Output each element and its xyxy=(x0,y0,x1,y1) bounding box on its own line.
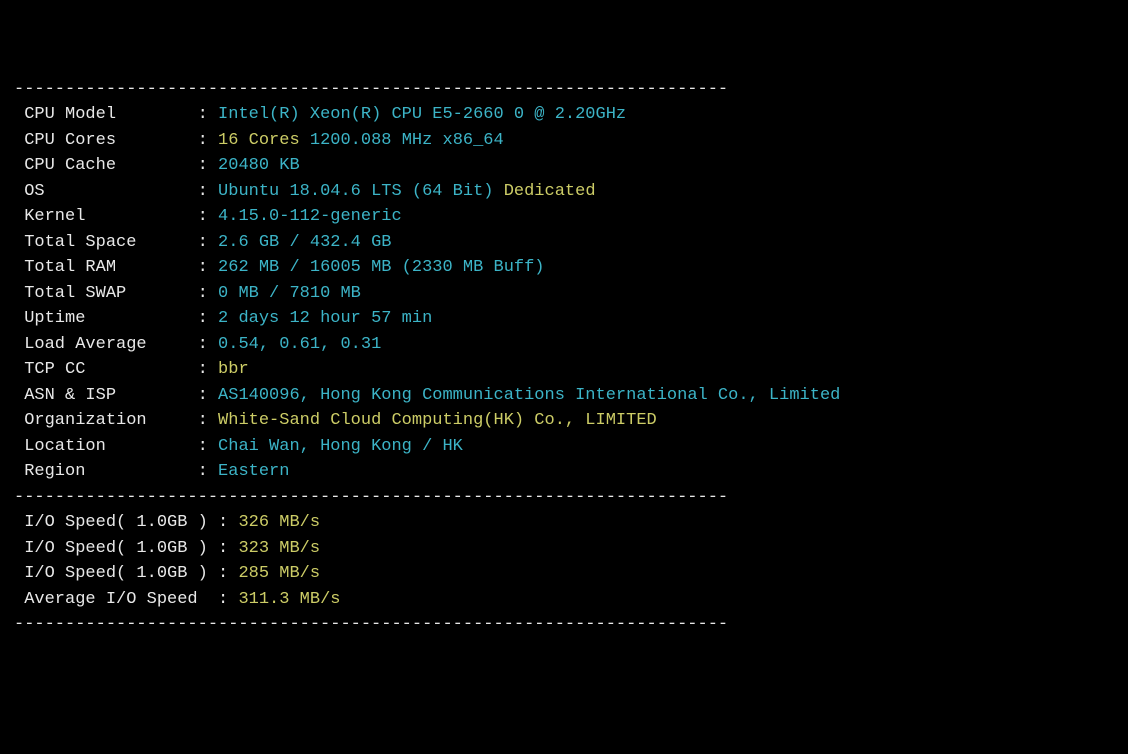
row-separator: : xyxy=(187,437,218,456)
info-row: CPU Cores : 16 Cores 1200.088 MHz x86_64 xyxy=(14,128,1114,154)
row-value: 1200.088 MHz x86_64 xyxy=(300,131,504,150)
row-label: Total RAM xyxy=(14,258,187,277)
row-separator: : xyxy=(187,284,218,303)
io-value: 323 MB/s xyxy=(238,539,320,558)
io-label: Average I/O Speed xyxy=(14,590,208,609)
row-separator: : xyxy=(187,207,218,226)
row-label: ASN & ISP xyxy=(14,386,187,405)
row-separator: : xyxy=(187,309,218,328)
row-value: 2 days 12 hour 57 min xyxy=(218,309,432,328)
info-row: Organization : White-Sand Cloud Computin… xyxy=(14,408,1114,434)
row-separator: : xyxy=(208,564,239,583)
row-separator: : xyxy=(187,386,218,405)
row-separator: : xyxy=(187,182,218,201)
row-value: 20480 KB xyxy=(218,156,300,175)
divider: ----------------------------------------… xyxy=(14,485,1114,511)
row-label: Uptime xyxy=(14,309,187,328)
io-value: 326 MB/s xyxy=(238,513,320,532)
info-row: CPU Cache : 20480 KB xyxy=(14,153,1114,179)
row-separator: : xyxy=(187,462,218,481)
divider: ----------------------------------------… xyxy=(14,77,1114,103)
row-separator: : xyxy=(187,411,218,430)
io-label: I/O Speed( 1.0GB ) xyxy=(14,539,208,558)
info-row: OS : Ubuntu 18.04.6 LTS (64 Bit) Dedicat… xyxy=(14,179,1114,205)
row-label: Kernel xyxy=(14,207,187,226)
row-label: CPU Cores xyxy=(14,131,187,150)
io-row: I/O Speed( 1.0GB ) : 326 MB/s xyxy=(14,510,1114,536)
info-row: Load Average : 0.54, 0.61, 0.31 xyxy=(14,332,1114,358)
row-label: Organization xyxy=(14,411,187,430)
terminal-output: ----------------------------------------… xyxy=(14,77,1114,638)
row-label: Location xyxy=(14,437,187,456)
io-value: 285 MB/s xyxy=(238,564,320,583)
row-value: bbr xyxy=(218,360,249,379)
row-label: Total Space xyxy=(14,233,187,252)
info-row: Total Space : 2.6 GB / 432.4 GB xyxy=(14,230,1114,256)
info-row: Location : Chai Wan, Hong Kong / HK xyxy=(14,434,1114,460)
divider: ----------------------------------------… xyxy=(14,612,1114,638)
row-label: Region xyxy=(14,462,187,481)
info-row: Uptime : 2 days 12 hour 57 min xyxy=(14,306,1114,332)
io-row: I/O Speed( 1.0GB ) : 323 MB/s xyxy=(14,536,1114,562)
row-separator: : xyxy=(187,233,218,252)
row-value: Intel(R) Xeon(R) CPU E5-2660 0 @ 2.20GHz xyxy=(218,105,626,124)
row-label: Load Average xyxy=(14,335,187,354)
row-value: 262 MB / 16005 MB (2330 MB Buff) xyxy=(218,258,544,277)
io-value: 311.3 MB/s xyxy=(238,590,340,609)
io-label: I/O Speed( 1.0GB ) xyxy=(14,513,208,532)
info-row: Kernel : 4.15.0-112-generic xyxy=(14,204,1114,230)
row-separator: : xyxy=(208,539,239,558)
row-value: White-Sand Cloud Computing(HK) Co., LIMI… xyxy=(218,411,657,430)
info-row: Total SWAP : 0 MB / 7810 MB xyxy=(14,281,1114,307)
row-value: Eastern xyxy=(218,462,289,481)
row-separator: : xyxy=(208,513,239,532)
row-value: 4.15.0-112-generic xyxy=(218,207,402,226)
info-row: Region : Eastern xyxy=(14,459,1114,485)
row-value: 0.54, 0.61, 0.31 xyxy=(218,335,381,354)
row-separator: : xyxy=(208,590,239,609)
row-value: AS140096, Hong Kong Communications Inter… xyxy=(218,386,840,405)
row-value: 0 MB / 7810 MB xyxy=(218,284,361,303)
row-label: OS xyxy=(14,182,187,201)
info-row: TCP CC : bbr xyxy=(14,357,1114,383)
row-separator: : xyxy=(187,131,218,150)
row-label: Total SWAP xyxy=(14,284,187,303)
io-row: Average I/O Speed : 311.3 MB/s xyxy=(14,587,1114,613)
row-label: CPU Model xyxy=(14,105,187,124)
io-row: I/O Speed( 1.0GB ) : 285 MB/s xyxy=(14,561,1114,587)
row-value: 16 Cores xyxy=(218,131,300,150)
row-label: TCP CC xyxy=(14,360,187,379)
io-label: I/O Speed( 1.0GB ) xyxy=(14,564,208,583)
info-row: Total RAM : 262 MB / 16005 MB (2330 MB B… xyxy=(14,255,1114,281)
info-row: ASN & ISP : AS140096, Hong Kong Communic… xyxy=(14,383,1114,409)
row-separator: : xyxy=(187,105,218,124)
row-separator: : xyxy=(187,360,218,379)
info-row: CPU Model : Intel(R) Xeon(R) CPU E5-2660… xyxy=(14,102,1114,128)
row-value: Ubuntu 18.04.6 LTS (64 Bit) xyxy=(218,182,493,201)
row-separator: : xyxy=(187,335,218,354)
row-label: CPU Cache xyxy=(14,156,187,175)
row-value: 2.6 GB / 432.4 GB xyxy=(218,233,391,252)
row-value: Chai Wan, Hong Kong / HK xyxy=(218,437,463,456)
row-separator: : xyxy=(187,258,218,277)
row-value: Dedicated xyxy=(494,182,596,201)
row-separator: : xyxy=(187,156,218,175)
